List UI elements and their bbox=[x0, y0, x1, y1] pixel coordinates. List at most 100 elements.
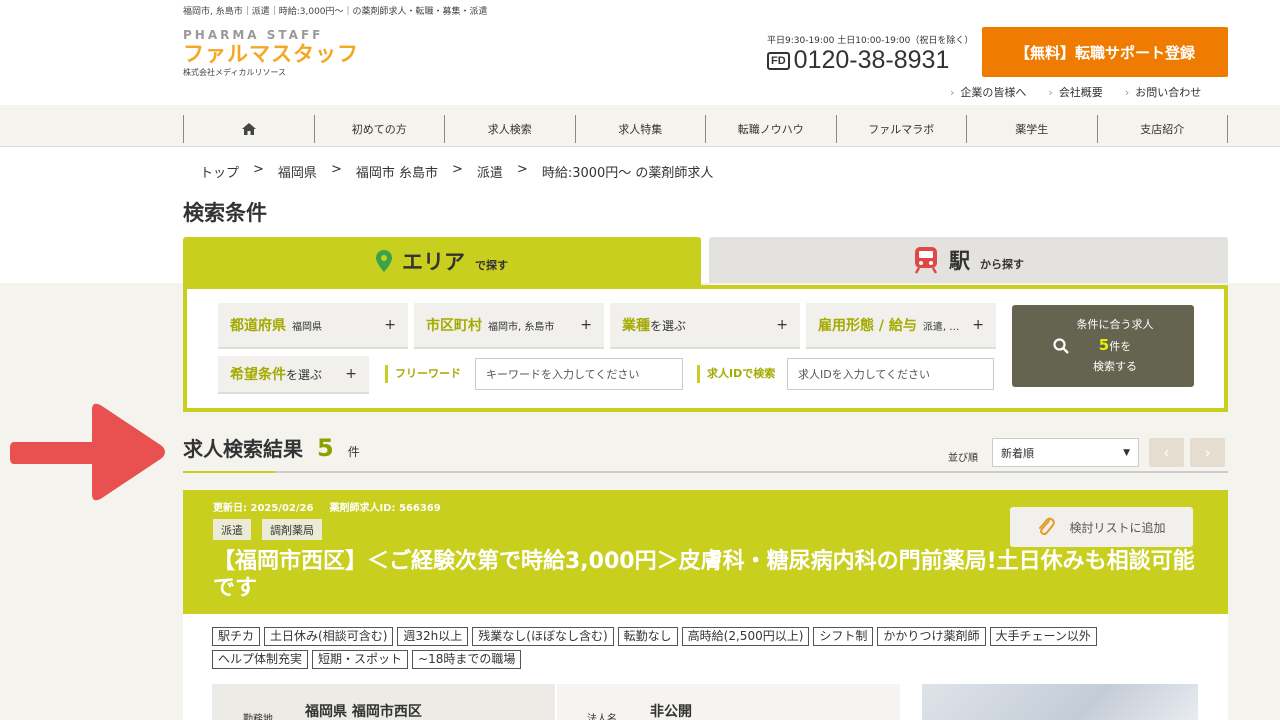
job-features: 駅チカ 土日休み(相談可含む) 週32h以上 残業なし(ほぼなし含む) 転勤なし… bbox=[212, 627, 1192, 669]
prefecture-label: 都道府県 bbox=[230, 318, 286, 334]
prev-page-button[interactable]: ‹ bbox=[1149, 438, 1184, 467]
job-id: 薬剤師求人ID: 566369 bbox=[329, 503, 441, 514]
prefecture-selector[interactable]: 都道府県 福岡県 + bbox=[218, 303, 408, 349]
nav-pharma-lab[interactable]: ファルマラボ bbox=[835, 115, 967, 143]
plus-icon: + bbox=[972, 317, 984, 333]
job-card-header: 更新日: 2025/02/26 薬剤師求人ID: 566369 派遣 調剤薬局 … bbox=[183, 490, 1228, 614]
search-icon bbox=[1052, 338, 1069, 354]
tab-station-label: 駅 bbox=[949, 249, 970, 273]
add-to-list-button[interactable]: 検討リストに追加 bbox=[1010, 507, 1193, 547]
results-heading: 求人検索結果 5 件 bbox=[183, 433, 360, 462]
seo-description: 福岡市, 糸島市｜派遣｜時給:3,000円〜｜の薬剤師求人・転職・募集・派遣 bbox=[183, 7, 488, 17]
link-company-profile[interactable]: 会社概要 bbox=[1048, 84, 1103, 100]
feature-tag: 週32h以上 bbox=[397, 627, 469, 646]
map-pin-icon bbox=[376, 250, 392, 272]
industry-label: 業種 bbox=[622, 318, 650, 334]
jobid-input[interactable]: 求人IDを入力してください bbox=[787, 358, 994, 390]
industry-suffix: を選ぶ bbox=[650, 318, 687, 333]
feature-tag: 土日休み(相談可含む) bbox=[264, 627, 394, 646]
nav-branches[interactable]: 支店紹介 bbox=[1096, 115, 1228, 143]
location-value: 福岡県 福岡市西区 bbox=[305, 704, 422, 720]
breadcrumb-current: 時給:3000円〜 の薬剤師求人 bbox=[541, 166, 714, 181]
tab-station-search[interactable]: 駅 から探す bbox=[709, 237, 1228, 283]
company-name: 株式会社メディカルリソース bbox=[183, 68, 287, 77]
search-submit-button[interactable]: 条件に合う求人 5件を 検索する bbox=[1012, 305, 1194, 387]
job-tag-industry: 調剤薬局 bbox=[262, 519, 322, 540]
search-button-count: 5 bbox=[1098, 336, 1110, 354]
logo-english: PHARMA STAFF bbox=[183, 28, 324, 42]
breadcrumb-separator: > bbox=[516, 162, 528, 177]
plus-icon: + bbox=[384, 317, 396, 333]
results-count: 5 bbox=[317, 434, 334, 462]
breadcrumb-separator: > bbox=[451, 162, 463, 177]
header-sublinks: 企業の皆様へ 会社概要 お問い合わせ bbox=[950, 84, 1201, 100]
job-corp-row: 法人名 非公開 bbox=[557, 684, 900, 720]
logo-japanese: ファルマスタッフ bbox=[183, 42, 359, 66]
nav-career-knowhow[interactable]: 転職ノウハウ bbox=[705, 115, 836, 143]
breadcrumb-employment[interactable]: 派遣 bbox=[477, 162, 503, 181]
breadcrumb-separator: > bbox=[253, 162, 264, 177]
job-title[interactable]: 【福岡市西区】＜ご経験次第で時給3,000円＞皮膚科・糖尿病内科の門前薬局!土日… bbox=[213, 548, 1203, 602]
phone-number[interactable]: FD 0120-38-8931 bbox=[767, 46, 949, 75]
breadcrumb-city[interactable]: 福岡市 糸島市 bbox=[356, 162, 438, 181]
nav-job-search[interactable]: 求人検索 bbox=[444, 115, 575, 143]
nav-job-features[interactable]: 求人特集 bbox=[574, 115, 706, 143]
nav-beginners[interactable]: 初めての方 bbox=[313, 115, 445, 143]
breadcrumb-prefecture[interactable]: 福岡県 bbox=[278, 162, 317, 181]
plus-icon: + bbox=[345, 366, 357, 382]
add-to-list-label: 検討リストに追加 bbox=[1069, 520, 1166, 535]
city-selector[interactable]: 市区町村 福岡市, 糸島市 + bbox=[414, 303, 604, 349]
industry-selector[interactable]: 業種 を選ぶ + bbox=[610, 303, 800, 349]
tab-area-search[interactable]: エリア で探す bbox=[183, 237, 701, 285]
feature-tag: ヘルプ体制充実 bbox=[212, 650, 309, 669]
job-meta: 更新日: 2025/02/26 薬剤師求人ID: 566369 bbox=[213, 499, 441, 514]
corp-key: 法人名 bbox=[587, 714, 617, 720]
job-updated-date: 更新日: 2025/02/26 bbox=[213, 503, 314, 514]
wish-conditions-selector[interactable]: 希望条件 を選ぶ + bbox=[218, 356, 369, 394]
city-value: 福岡市, 糸島市 bbox=[488, 321, 555, 333]
employment-label: 雇用形態 / 給与 bbox=[818, 318, 917, 334]
feature-tag: 転勤なし bbox=[617, 627, 678, 646]
sort-value: 新着順 bbox=[1001, 446, 1034, 460]
search-button-line1: 条件に合う求人 bbox=[1076, 318, 1154, 331]
feature-tag: 駅チカ bbox=[212, 627, 261, 646]
freedial-icon: FD bbox=[767, 51, 790, 70]
plus-icon: + bbox=[580, 317, 592, 333]
location-key: 勤務地 bbox=[243, 714, 273, 720]
freeword-label: フリーワード bbox=[385, 365, 461, 383]
business-hours: 平日9:30-19:00 土日10:00-19:00（祝日を除く） bbox=[767, 36, 974, 46]
nav-home[interactable] bbox=[183, 115, 314, 143]
feature-tag: 短期・スポット bbox=[312, 650, 409, 669]
employment-selector[interactable]: 雇用形態 / 給与 派遣, … + bbox=[806, 303, 996, 349]
freeword-input[interactable]: キーワードを入力してください bbox=[475, 358, 683, 390]
breadcrumb: トップ > 福岡県 > 福岡市 糸島市 > 派遣 > 時給:3000円〜 の薬剤… bbox=[200, 162, 713, 181]
feature-tag: 残業なし(ほぼなし含む) bbox=[472, 627, 614, 646]
wish-label: 希望条件 bbox=[230, 367, 286, 383]
global-nav: 初めての方 求人検索 求人特集 転職ノウハウ ファルマラボ 薬学生 支店紹介 bbox=[183, 115, 1228, 143]
plus-icon: + bbox=[776, 317, 788, 333]
search-conditions-title: 検索条件 bbox=[183, 201, 267, 225]
breadcrumb-separator: > bbox=[330, 162, 342, 177]
next-page-button[interactable]: › bbox=[1190, 438, 1225, 467]
phone-number-text: 0120-38-8931 bbox=[793, 46, 950, 74]
tab-area-suffix: で探す bbox=[475, 259, 508, 272]
search-button-line3: 検索する bbox=[1093, 360, 1137, 373]
tab-station-suffix: から探す bbox=[980, 258, 1024, 271]
corp-value: 非公開 bbox=[650, 704, 692, 720]
job-location-row: 勤務地 福岡県 福岡市西区 bbox=[212, 684, 555, 720]
register-button[interactable]: 【無料】転職サポート登録 bbox=[982, 27, 1228, 77]
job-photo bbox=[922, 684, 1198, 720]
link-contact[interactable]: お問い合わせ bbox=[1125, 84, 1201, 100]
job-card-body: 駅チカ 土日休み(相談可含む) 週32h以上 残業なし(ほぼなし含む) 転勤なし… bbox=[183, 614, 1228, 720]
caret-down-icon: ▼ bbox=[1123, 447, 1130, 458]
site-logo[interactable]: PHARMA STAFF ファルマスタッフ 株式会社メディカルリソース bbox=[183, 28, 359, 78]
feature-tag: シフト制 bbox=[813, 627, 874, 646]
sort-select[interactable]: 新着順 ▼ bbox=[992, 438, 1139, 467]
city-label: 市区町村 bbox=[426, 318, 482, 334]
feature-tag: 高時給(2,500円以上) bbox=[681, 627, 810, 646]
search-panel: 都道府県 福岡県 + 市区町村 福岡市, 糸島市 + 業種 を選ぶ + 雇用形態… bbox=[183, 285, 1228, 412]
nav-students[interactable]: 薬学生 bbox=[966, 115, 1097, 143]
link-for-companies[interactable]: 企業の皆様へ bbox=[950, 84, 1026, 100]
breadcrumb-top[interactable]: トップ bbox=[200, 162, 239, 181]
job-tag-employment: 派遣 bbox=[213, 519, 251, 540]
